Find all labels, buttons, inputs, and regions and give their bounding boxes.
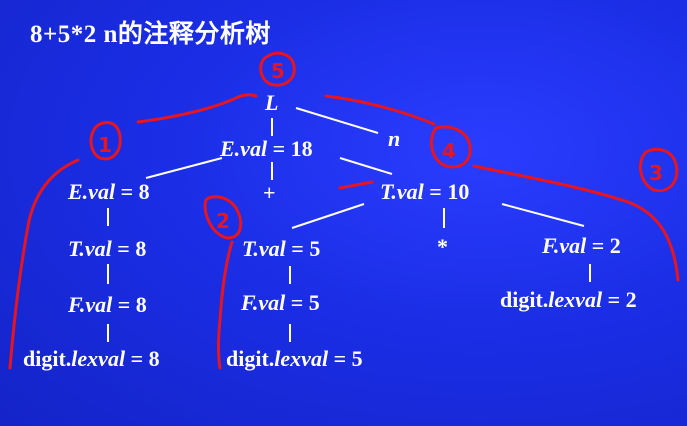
bracket-top-right-mark (324, 94, 436, 126)
annotation-1: 1 (98, 133, 112, 157)
bracket-tright-mark (338, 180, 374, 190)
handwritten-annotations: 5 1 2 4 3 (8, 51, 680, 370)
annotation-4: 4 (442, 139, 456, 163)
bracket-middle-mark (217, 240, 234, 370)
annotation-2: 2 (216, 209, 230, 233)
bracket-left-mark (8, 158, 80, 370)
annotation-5: 5 (271, 59, 285, 83)
bracket-right-mark (472, 164, 680, 282)
bracket-top-left-mark (136, 93, 258, 124)
annotation-3: 3 (649, 161, 663, 185)
